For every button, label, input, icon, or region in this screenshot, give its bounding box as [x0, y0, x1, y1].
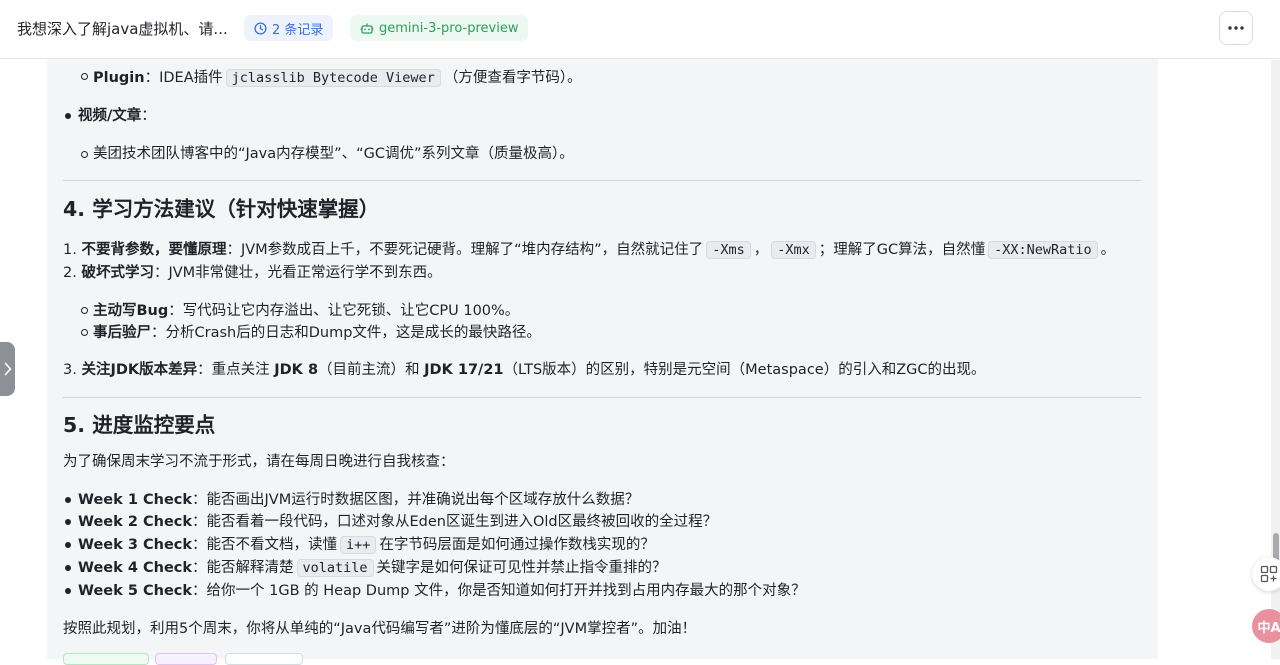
s5-intro: 为了确保周末学习不流于形式，请在每周日晚进行自我核查：	[63, 454, 455, 470]
bullet-disc	[65, 519, 71, 525]
bullet-circle	[81, 307, 88, 314]
grid-tool-button[interactable]	[1252, 557, 1280, 591]
inline-code: i++	[340, 536, 377, 554]
inline-code: volatile	[296, 559, 374, 577]
week-5-check: Week 5 Check：给你一个 1GB 的 Heap Dump 文件，你是否…	[78, 583, 806, 599]
bullet-disc	[65, 542, 71, 548]
video-item: 视频/文章：	[78, 108, 156, 124]
bullet-circle	[81, 73, 88, 80]
closing-paragraph: 按照此规划，利用5个周末，你将从单纯的“Java代码编写者”进阶为懂底层的“JV…	[63, 621, 697, 637]
clock-icon	[254, 21, 267, 35]
conversation-title[interactable]: 我想深入了解java虚拟机、请...	[17, 18, 228, 39]
week-3-check: Week 3 Check：能否不看文档，读懂 i++ 在字节码层面是如何通过操作数栈…	[78, 536, 655, 554]
section-5-heading: 5. 进度监控要点	[63, 413, 216, 437]
bullet-disc	[65, 588, 71, 594]
inline-code: -Xmx	[771, 241, 816, 259]
action-chip[interactable]	[63, 653, 149, 665]
inline-code: jclasslib Bytecode Viewer	[225, 69, 441, 87]
bullet-disc	[65, 565, 71, 571]
header-bar: 我想深入了解java虚拟机、请... 2 条记录 gemini-3-pro-pr…	[0, 0, 1280, 59]
grid-icon	[1260, 565, 1278, 583]
chevron-right-icon	[4, 362, 12, 376]
divider	[63, 180, 1141, 181]
bullet-circle	[81, 151, 88, 158]
bullet-disc	[65, 113, 71, 119]
bullet-disc	[65, 497, 71, 503]
s4-subitem-1: 主动写Bug：写代码让它内存溢出、让它死锁、让它CPU 100%。	[93, 303, 520, 319]
week-2-check: Week 2 Check：能否看着一段代码，口述对象从Eden区诞生到进入Old…	[78, 514, 718, 530]
s4-subitem-2: 事后验尸：分析Crash后的日志和Dump文件，这是成长的最快路径。	[93, 325, 541, 341]
divider	[63, 397, 1141, 398]
bullet-circle	[81, 329, 88, 336]
plugin-label: Plugin	[93, 70, 145, 86]
sidebar-toggle[interactable]	[0, 342, 15, 396]
inline-code: -XX:NewRatio	[988, 241, 1098, 259]
action-chip[interactable]	[225, 653, 303, 665]
s4-item-3: 3. 关注JDK版本差异：重点关注 JDK 8（目前主流）和 JDK 17/21…	[63, 362, 986, 378]
model-chip[interactable]: gemini-3-pro-preview	[350, 15, 529, 41]
more-options-button[interactable]	[1219, 11, 1253, 45]
s4-item-1: 1. 不要背参数，要懂原理：JVM参数成百上千，不要死记硬背。理解了“堆内存结构…	[63, 241, 1116, 259]
week-1-check: Week 1 Check：能否画出JVM运行时数据区图，并准确说出每个区域存放什…	[78, 492, 640, 508]
section-4-heading: 4. 学习方法建议（针对快速掌握）	[63, 197, 380, 221]
s4-item-2: 2. 破坏式学习：JVM非常健壮，光看正常运行学不到东西。	[63, 265, 442, 281]
robot-icon	[360, 23, 374, 34]
input-method-button[interactable]: 中A	[1252, 609, 1280, 643]
video-subitem: 美团技术团队博客中的“Java内存模型”、“GC调优”系列文章（质量极高）。	[93, 146, 574, 162]
records-chip[interactable]: 2 条记录	[244, 15, 334, 41]
action-chip[interactable]	[155, 653, 217, 665]
message-content: MAT (Memory Analyzer Tool)：Eclipse出品的堆分析…	[63, 0, 1141, 665]
plugin-item: Plugin：IDEA插件 jclasslib Bytecode Viewer （方…	[93, 69, 582, 87]
inline-code: -Xms	[706, 241, 751, 259]
ellipsis-icon	[1228, 26, 1244, 30]
week-4-check: Week 4 Check：能否解释清楚 volatile 关键字是如何保证可见性并禁…	[78, 559, 667, 577]
